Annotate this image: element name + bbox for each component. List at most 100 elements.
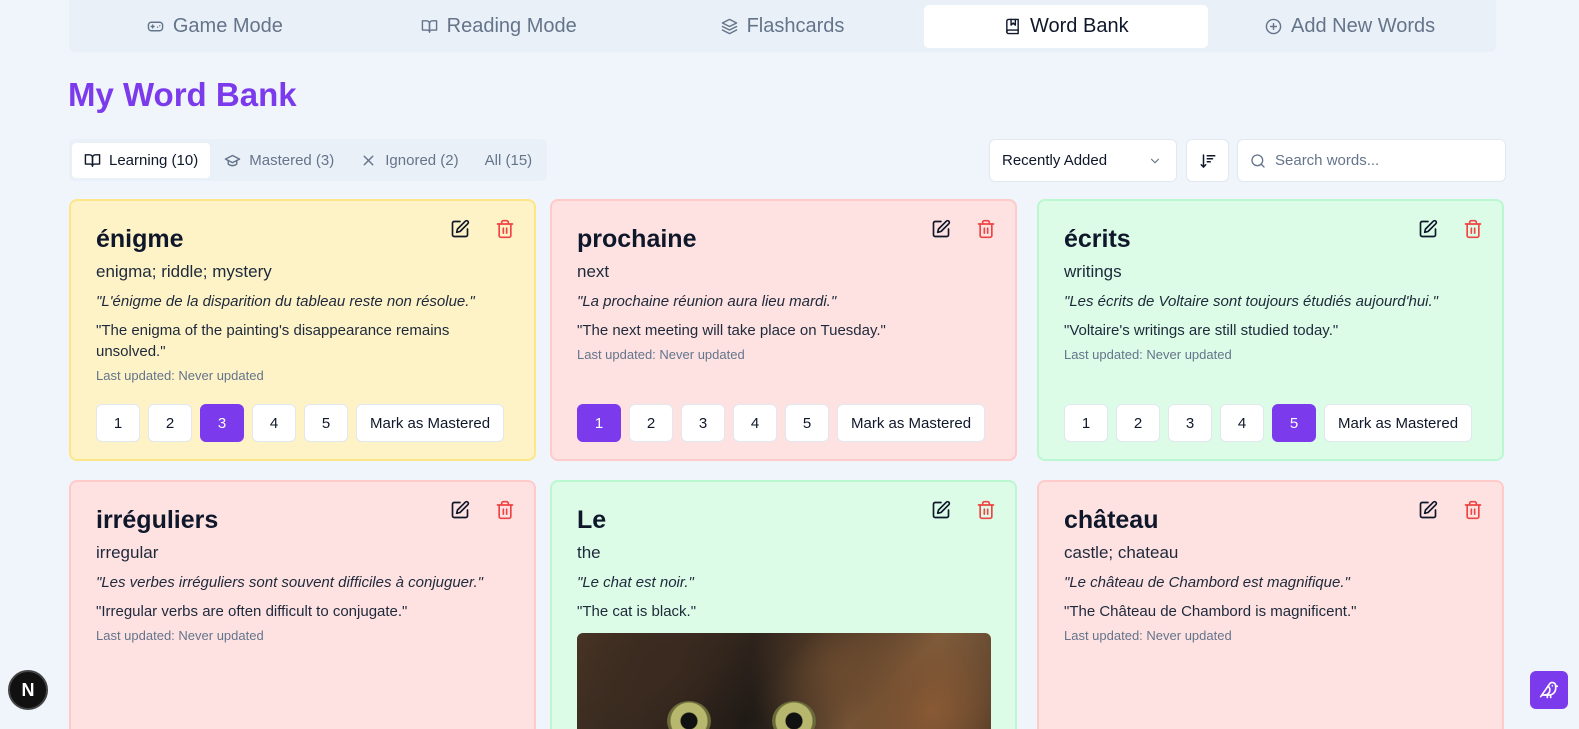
- trash-icon[interactable]: [976, 500, 996, 520]
- tab-game-mode[interactable]: Game Mode: [73, 5, 357, 48]
- filter-all[interactable]: All (15): [473, 143, 545, 178]
- card-translation: irregular: [96, 543, 159, 562]
- search-input[interactable]: [1275, 152, 1485, 169]
- level-1-button[interactable]: 1: [96, 404, 140, 442]
- trash-icon[interactable]: [495, 219, 515, 239]
- card-example-en: "The Château de Chambord is magnificent.…: [1064, 603, 1357, 620]
- card-example-fr: "Les écrits de Voltaire sont toujours ét…: [1064, 293, 1439, 310]
- level-5-button[interactable]: 5: [1272, 404, 1316, 442]
- layers-icon: [721, 18, 737, 34]
- filter-mastered[interactable]: Mastered (3): [212, 143, 346, 178]
- book-open-icon: [84, 153, 101, 167]
- filter-learning[interactable]: Learning (10): [72, 142, 211, 178]
- edit-icon[interactable]: [931, 219, 951, 239]
- tab-label: Word Bank: [1030, 14, 1129, 37]
- search-icon: [1251, 153, 1265, 168]
- card-example-fr: "Les verbes irréguliers sont souvent dif…: [96, 574, 483, 591]
- trash-icon[interactable]: [1463, 219, 1483, 239]
- card-updated: Last updated: Never updated: [96, 628, 264, 643]
- card-translation: castle; chateau: [1064, 543, 1179, 562]
- level-buttons: 1 2 3 4 5 Mark as Mastered: [96, 404, 505, 442]
- card-translation: the: [577, 543, 601, 562]
- card-translation: enigma; riddle; mystery: [96, 262, 272, 281]
- level-1-button[interactable]: 1: [577, 404, 621, 442]
- card-updated: Last updated: Never updated: [1064, 628, 1232, 643]
- card-example-en: "The next meeting will take place on Tue…: [577, 322, 886, 339]
- page-title: My Word Bank: [68, 76, 297, 113]
- filter-label: Ignored (2): [385, 151, 459, 169]
- tab-add-new-words[interactable]: Add New Words: [1208, 5, 1492, 48]
- edit-icon[interactable]: [450, 219, 470, 239]
- word-card: énigme enigma; riddle; mystery "L'énigme…: [69, 199, 536, 461]
- card-word: château: [1064, 506, 1159, 534]
- word-card: Le the "Le chat est noir." "The cat is b…: [550, 480, 1017, 729]
- filter-label: All (15): [484, 151, 533, 169]
- edit-icon[interactable]: [931, 500, 951, 520]
- level-2-button[interactable]: 2: [1116, 404, 1160, 442]
- chevron-down-icon: [1150, 158, 1160, 163]
- sort-direction-button[interactable]: [1186, 139, 1229, 182]
- level-4-button[interactable]: 4: [1220, 404, 1264, 442]
- sort-selected-value: Recently Added: [1002, 152, 1108, 169]
- filter-ignored[interactable]: Ignored (2): [348, 143, 470, 178]
- card-updated: Last updated: Never updated: [577, 347, 745, 362]
- edit-icon[interactable]: [1418, 500, 1438, 520]
- cat-eye-right: [772, 701, 816, 729]
- framework-devtools-button[interactable]: N: [8, 670, 48, 710]
- trash-icon[interactable]: [1463, 500, 1483, 520]
- mark-mastered-button[interactable]: Mark as Mastered: [837, 404, 986, 442]
- card-example-en: "The cat is black.": [577, 603, 697, 620]
- card-updated: Last updated: Never updated: [1064, 347, 1232, 362]
- tab-reading-mode[interactable]: Reading Mode: [357, 5, 641, 48]
- level-3-button[interactable]: 3: [681, 404, 725, 442]
- bird-icon: [1539, 681, 1559, 699]
- mark-mastered-button[interactable]: Mark as Mastered: [356, 404, 505, 442]
- level-buttons: 1 2 3 4 5 Mark as Mastered: [1064, 404, 1473, 442]
- filter-tabs: Learning (10) Mastered (3) Ignored (2) A…: [69, 139, 548, 181]
- x-icon: [363, 155, 374, 165]
- tab-label: Add New Words: [1291, 14, 1436, 37]
- sort-descending-icon: [1200, 153, 1215, 168]
- level-5-button[interactable]: 5: [785, 404, 829, 442]
- edit-icon[interactable]: [450, 500, 470, 520]
- level-2-button[interactable]: 2: [148, 404, 192, 442]
- tab-flashcards[interactable]: Flashcards: [641, 5, 925, 48]
- main-nav: Game Mode Reading Mode Flashcards Word B…: [69, 0, 1496, 52]
- book-marked-icon: [1006, 18, 1019, 34]
- tab-label: Game Mode: [172, 14, 283, 37]
- level-4-button[interactable]: 4: [252, 404, 296, 442]
- level-4-button[interactable]: 4: [733, 404, 777, 442]
- mark-mastered-button[interactable]: Mark as Mastered: [1324, 404, 1473, 442]
- level-3-button[interactable]: 3: [200, 404, 244, 442]
- trash-icon[interactable]: [495, 500, 515, 520]
- card-translation: next: [577, 262, 610, 281]
- cat-eye-left: [667, 701, 711, 729]
- sort-select[interactable]: Recently Added: [989, 139, 1177, 182]
- edit-icon[interactable]: [1418, 219, 1438, 239]
- card-example-en: "Voltaire's writings are still studied t…: [1064, 322, 1339, 339]
- card-example-fr: "L'énigme de la disparition du tableau r…: [96, 293, 475, 310]
- plus-circle-icon: [1265, 18, 1282, 34]
- card-word: Le: [577, 506, 607, 534]
- assistant-button[interactable]: [1530, 671, 1568, 709]
- word-card: irréguliers irregular "Les verbes irrégu…: [69, 480, 536, 729]
- graduation-cap-icon: [224, 154, 241, 166]
- card-example-fr: "Le château de Chambord est magnifique.": [1064, 574, 1350, 591]
- word-card: prochaine next "La prochaine réunion aur…: [550, 199, 1017, 461]
- gamepad-icon: [147, 21, 164, 31]
- level-5-button[interactable]: 5: [304, 404, 348, 442]
- level-3-button[interactable]: 3: [1168, 404, 1212, 442]
- level-buttons: 1 2 3 4 5 Mark as Mastered: [577, 404, 986, 442]
- card-word: prochaine: [577, 225, 697, 253]
- level-2-button[interactable]: 2: [629, 404, 673, 442]
- search-box: [1237, 139, 1506, 182]
- card-example-en: "The enigma of the painting's disappeara…: [96, 322, 450, 360]
- filter-label: Learning (10): [109, 151, 199, 169]
- tab-word-bank[interactable]: Word Bank: [924, 4, 1209, 48]
- cat-photo: [577, 633, 991, 729]
- trash-icon[interactable]: [976, 219, 996, 239]
- word-card: écrits writings "Les écrits de Voltaire …: [1037, 199, 1504, 461]
- level-1-button[interactable]: 1: [1064, 404, 1108, 442]
- card-word: énigme: [96, 225, 184, 253]
- filter-label: Mastered (3): [249, 151, 335, 169]
